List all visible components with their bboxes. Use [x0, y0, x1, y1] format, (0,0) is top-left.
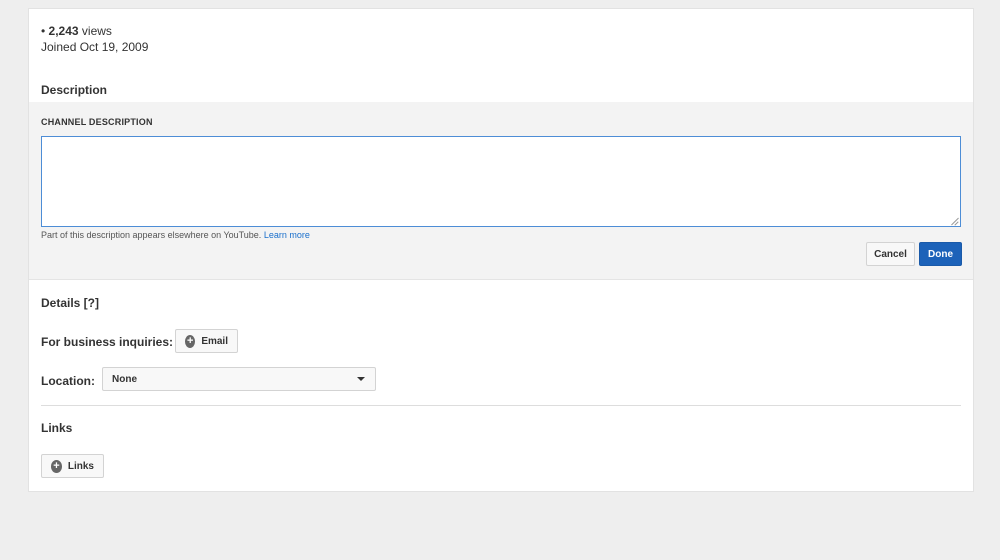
- plus-circle-icon: +: [51, 459, 62, 473]
- add-email-label: Email: [201, 335, 228, 347]
- caret-down-icon: [357, 377, 365, 381]
- location-select[interactable]: None: [102, 367, 376, 391]
- links-heading: Links: [41, 421, 73, 435]
- cancel-button[interactable]: Cancel: [866, 242, 915, 266]
- channel-stats: • 2,243 views Joined Oct 19, 2009: [41, 23, 148, 55]
- description-help: Part of this description appears elsewhe…: [41, 230, 310, 240]
- joined-date: Joined Oct 19, 2009: [41, 40, 149, 54]
- channel-about-card: • 2,243 views Joined Oct 19, 2009 Descri…: [28, 8, 974, 492]
- description-editor: CHANNEL DESCRIPTION Part of this descrip…: [29, 102, 973, 280]
- channel-description-input[interactable]: [41, 136, 961, 227]
- resize-handle-icon[interactable]: [950, 217, 959, 226]
- plus-circle-icon: +: [185, 334, 196, 348]
- location-value: None: [112, 373, 137, 385]
- section-divider: [41, 405, 961, 406]
- views-count: • 2,243 views: [41, 24, 112, 38]
- business-inquiries-label: For business inquiries:: [41, 335, 174, 349]
- add-links-button[interactable]: + Links: [41, 454, 104, 478]
- description-help-text: Part of this description appears elsewhe…: [41, 230, 262, 240]
- channel-description-label: CHANNEL DESCRIPTION: [41, 117, 153, 127]
- learn-more-link[interactable]: Learn more: [264, 230, 310, 240]
- details-heading: Details [?]: [41, 296, 100, 310]
- description-heading: Description: [41, 83, 108, 97]
- add-email-button[interactable]: + Email: [175, 329, 238, 353]
- location-label: Location:: [41, 374, 95, 388]
- add-links-label: Links: [67, 460, 94, 472]
- done-button[interactable]: Done: [919, 242, 962, 266]
